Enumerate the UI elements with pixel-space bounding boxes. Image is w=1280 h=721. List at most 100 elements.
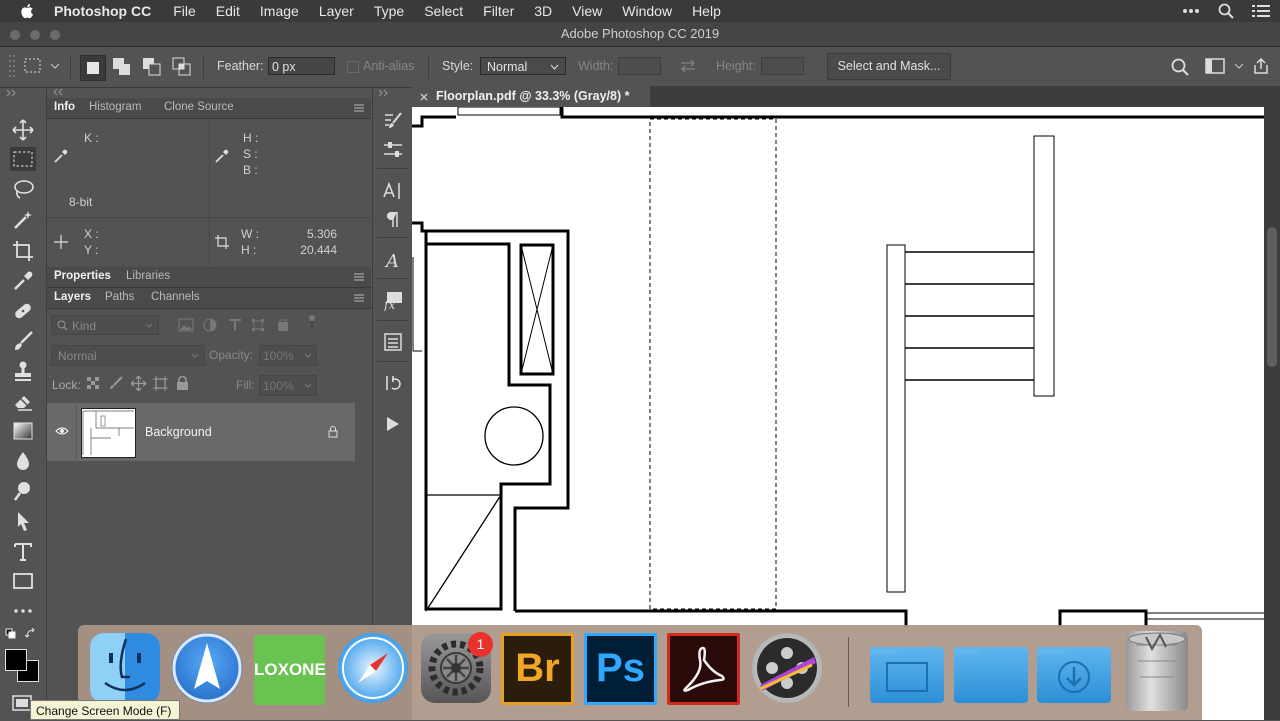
expand-panel-icon[interactable] (378, 89, 390, 97)
swap-width-height-icon[interactable] (678, 58, 698, 74)
swap-colors-icon[interactable] (25, 628, 37, 640)
history-icon[interactable] (384, 374, 402, 392)
tab-layers[interactable]: Layers (54, 291, 91, 303)
close-tab-icon[interactable] (420, 93, 428, 101)
layer-comps-icon[interactable] (384, 333, 402, 351)
edit-toolbar-button[interactable] (10, 599, 36, 623)
safari-app-icon[interactable] (338, 633, 408, 703)
gradient-tool[interactable] (10, 419, 36, 443)
tab-paths[interactable]: Paths (105, 291, 134, 303)
vertical-scrollbar-track[interactable] (1264, 107, 1280, 720)
feather-input[interactable]: 0 px (268, 57, 335, 75)
menu-help[interactable]: Help (692, 3, 721, 19)
move-tool[interactable] (10, 118, 36, 142)
brush-tool[interactable] (10, 329, 36, 353)
lock-all-icon[interactable] (176, 376, 189, 391)
lock-image-pixels-icon[interactable] (109, 376, 123, 390)
menu-app-name[interactable]: Photoshop CC (54, 3, 151, 19)
tab-channels[interactable]: Channels (151, 291, 200, 303)
apple-menu-icon[interactable] (18, 2, 36, 20)
styles-fx-icon[interactable]: fx (383, 291, 403, 311)
type-layer-filter-icon[interactable] (228, 318, 242, 332)
tab-clone-source[interactable]: Clone Source (164, 101, 234, 113)
menu-view[interactable]: View (572, 3, 602, 19)
rectangular-marquee-tool[interactable] (10, 147, 36, 171)
more-icon[interactable] (1182, 8, 1200, 14)
pixel-layer-filter-icon[interactable] (178, 318, 194, 332)
style-select[interactable]: Normal (480, 57, 566, 75)
height-input[interactable] (761, 57, 804, 75)
acrobat-app-icon[interactable] (667, 633, 740, 705)
blur-tool[interactable] (10, 449, 36, 473)
magic-wand-tool[interactable] (10, 208, 36, 232)
foreground-color-swatch[interactable] (5, 649, 27, 671)
menu-file[interactable]: File (173, 3, 196, 19)
close-window-button[interactable] (10, 30, 20, 40)
photoshop-app-icon[interactable]: Ps (584, 633, 657, 705)
new-selection-button[interactable] (80, 55, 106, 81)
tab-properties[interactable]: Properties (54, 270, 111, 282)
menu-image[interactable]: Image (260, 3, 299, 19)
dodge-tool[interactable] (10, 479, 36, 503)
type-tool[interactable] (10, 539, 36, 563)
menu-3d[interactable]: 3D (534, 3, 552, 19)
zoom-window-button[interactable] (50, 30, 60, 40)
eyedropper-tool[interactable] (10, 269, 36, 293)
add-to-selection-button[interactable] (110, 55, 134, 79)
final-cut-pro-app-icon[interactable] (752, 633, 822, 703)
anti-alias-checkbox[interactable] (347, 61, 359, 73)
layer-name[interactable]: Background (145, 425, 212, 439)
chevron-down-icon[interactable] (50, 63, 60, 69)
brush-settings-icon[interactable] (383, 111, 403, 131)
vertical-scrollbar-thumb[interactable] (1267, 227, 1277, 367)
expand-panel-icon[interactable] (5, 89, 19, 97)
layer-row-background[interactable]: Background (47, 403, 355, 461)
rectangular-marquee-preset-icon[interactable] (24, 58, 42, 74)
collapse-panels-icon[interactable] (52, 88, 64, 96)
documents-folder-icon[interactable] (954, 647, 1028, 703)
actions-play-icon[interactable] (386, 416, 400, 432)
lock-artboard-icon[interactable] (153, 376, 168, 391)
lock-position-icon[interactable] (131, 376, 146, 391)
opacity-input[interactable]: 100% (259, 345, 317, 366)
eraser-tool[interactable] (10, 389, 36, 413)
downloads-folder-icon[interactable] (1037, 647, 1111, 703)
panel-menu-icon[interactable] (353, 272, 365, 282)
lock-transparent-pixels-icon[interactable] (87, 377, 101, 391)
menu-type[interactable]: Type (374, 3, 404, 19)
document-tab[interactable]: Floorplan.pdf @ 33.3% (Gray/8) * (412, 86, 650, 107)
menu-window[interactable]: Window (622, 3, 672, 19)
applications-folder-icon[interactable] (870, 647, 944, 703)
adjustments-icon[interactable] (383, 140, 403, 160)
filter-toggle-icon[interactable] (307, 314, 317, 328)
menu-select[interactable]: Select (424, 3, 463, 19)
intersect-selection-button[interactable] (170, 55, 194, 79)
blend-mode-select[interactable]: Normal (51, 345, 205, 366)
panel-menu-icon[interactable] (353, 293, 365, 303)
tab-info[interactable]: Info (54, 101, 75, 113)
share-icon[interactable] (1252, 57, 1270, 75)
default-colors-icon[interactable] (5, 628, 17, 640)
shape-layer-filter-icon[interactable] (251, 318, 265, 332)
menu-layer[interactable]: Layer (319, 3, 354, 19)
finder-app-icon[interactable] (90, 633, 160, 703)
character-panel-icon[interactable] (383, 181, 403, 201)
menu-filter[interactable]: Filter (483, 3, 514, 19)
trash-icon[interactable] (1126, 631, 1188, 711)
minimize-window-button[interactable] (30, 30, 40, 40)
fill-input[interactable]: 100% (259, 375, 317, 396)
paragraph-panel-icon[interactable] (385, 210, 401, 228)
clone-stamp-tool[interactable] (10, 359, 36, 383)
adobe-bridge-app-icon[interactable]: Br (501, 633, 574, 705)
smart-object-filter-icon[interactable] (276, 318, 290, 332)
menu-edit[interactable]: Edit (216, 3, 240, 19)
notification-center-icon[interactable] (1252, 4, 1270, 18)
loxone-app-icon[interactable]: LOXONE (254, 635, 326, 705)
width-input[interactable] (618, 57, 661, 75)
search-icon[interactable] (1171, 58, 1189, 76)
select-and-mask-button[interactable]: Select and Mask... (827, 53, 951, 80)
tab-libraries[interactable]: Libraries (126, 270, 170, 282)
crop-tool[interactable] (10, 239, 36, 263)
spark-mail-app-icon[interactable] (172, 633, 242, 703)
workspace-icon[interactable] (1205, 58, 1225, 74)
